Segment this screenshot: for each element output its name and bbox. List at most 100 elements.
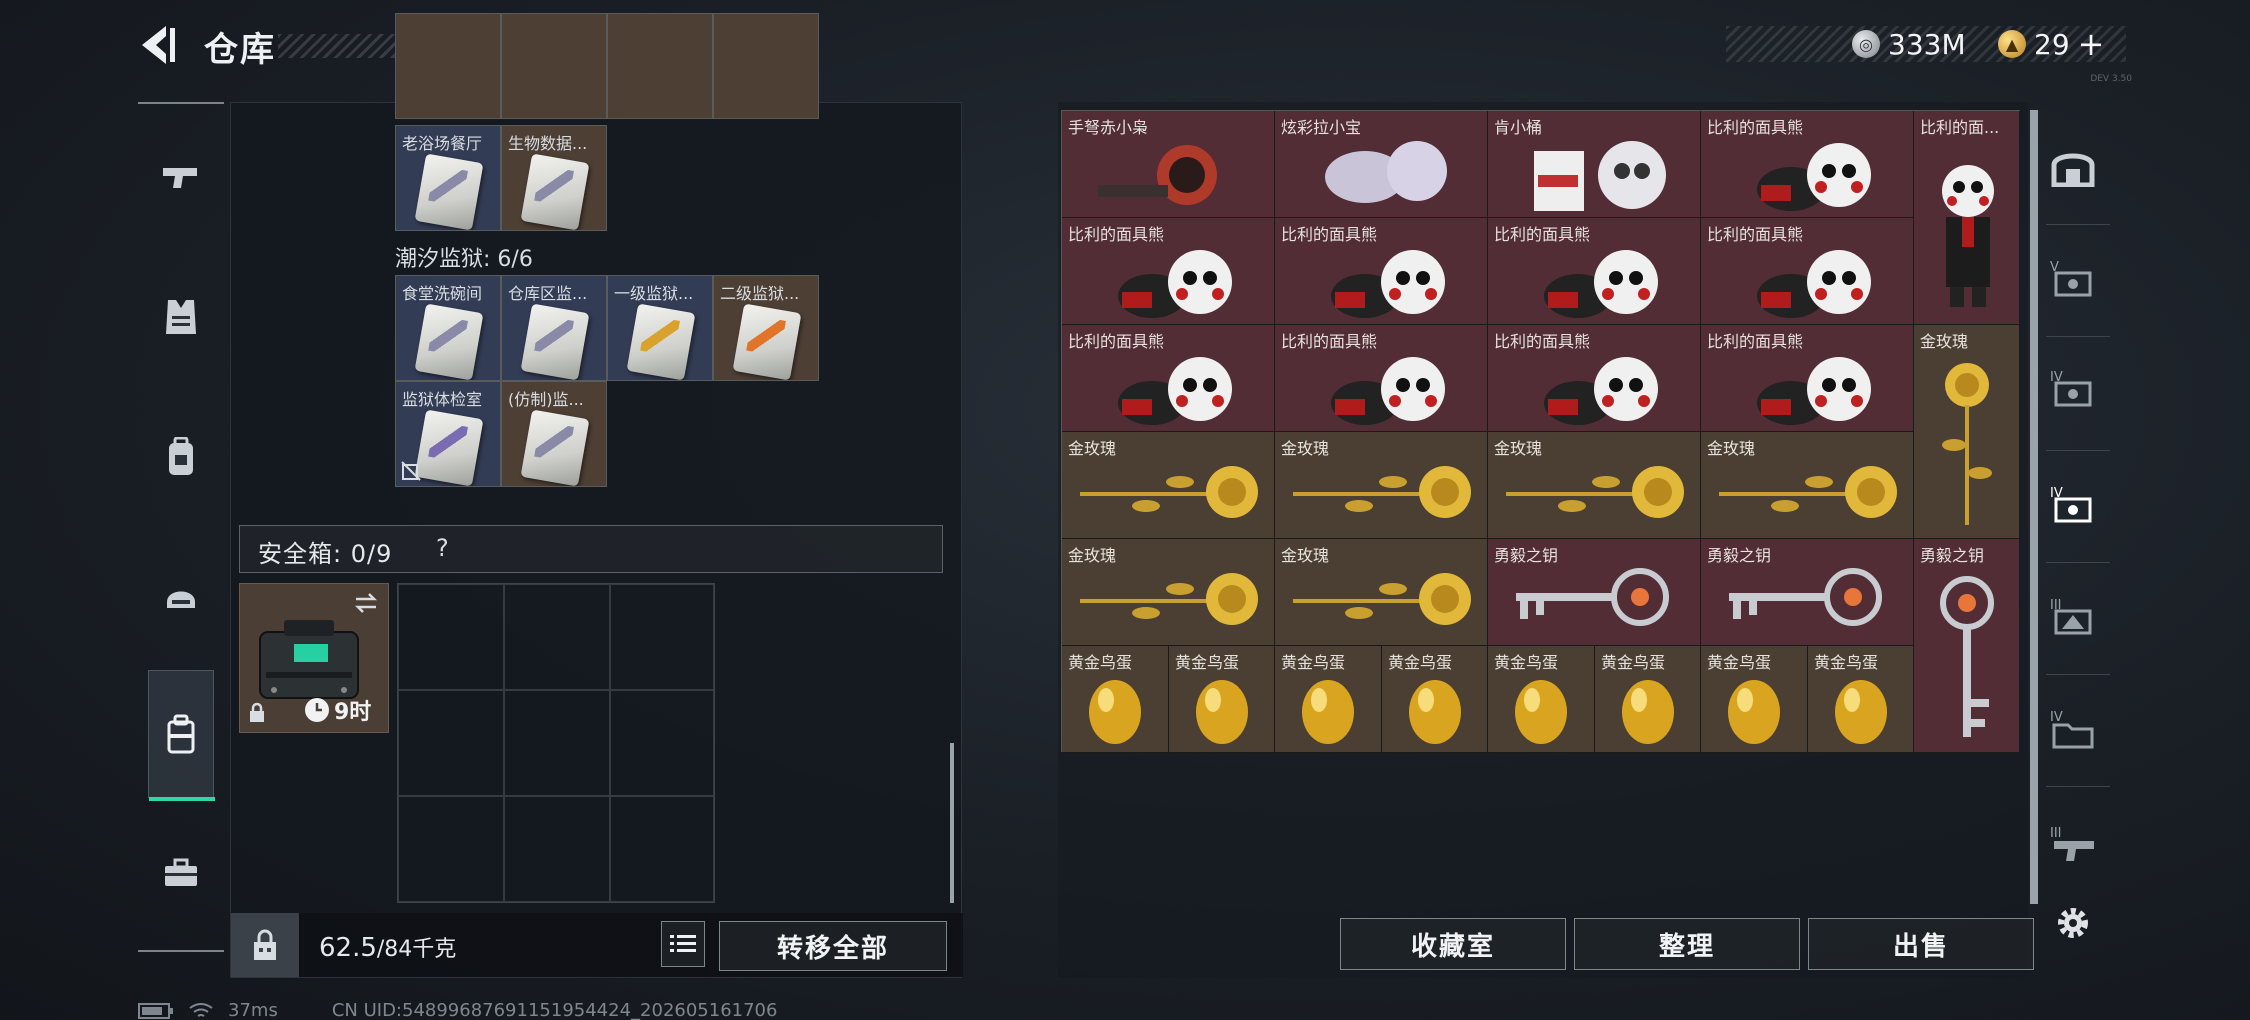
storage-item[interactable]: 比利的面具熊 — [1062, 325, 1275, 432]
list-view-button[interactable] — [661, 921, 705, 967]
lock-toggle[interactable] — [231, 913, 299, 977]
gold-coin-icon: ▲ — [1998, 30, 2026, 58]
item-name: 比利的面... — [1920, 118, 2000, 137]
storage-item[interactable]: 比利的面具熊 — [1275, 325, 1488, 432]
storage-item[interactable]: 金玫瑰 — [1062, 432, 1275, 539]
storage-item[interactable]: 比利的面具熊 — [1701, 325, 1914, 432]
storage-item[interactable]: 黄金鸟蛋 — [1062, 646, 1169, 753]
storage-item[interactable]: 金玫瑰 — [1701, 432, 1914, 539]
safe-slot[interactable] — [504, 690, 610, 796]
transfer-all-button[interactable]: 转移全部 — [719, 921, 947, 971]
keycard-slot[interactable]: 监狱体检室 — [395, 381, 501, 487]
storage-item[interactable]: 黄金鸟蛋 — [1382, 646, 1488, 753]
right-nav-divider — [2046, 786, 2110, 787]
nav-armor[interactable] — [148, 284, 214, 350]
item-slot[interactable] — [607, 13, 713, 119]
storage-item[interactable]: 金玫瑰 — [1062, 539, 1275, 646]
item-slot[interactable] — [501, 13, 607, 119]
right-nav-tier-iv[interactable]: IV — [2046, 362, 2100, 416]
storage-item[interactable]: 勇毅之钥 — [1701, 539, 1914, 646]
storage-item[interactable]: 金玫瑰 — [1914, 325, 2020, 539]
storage-item[interactable]: 金玫瑰 — [1488, 432, 1701, 539]
safe-slot[interactable] — [610, 584, 714, 690]
keycard-slot[interactable]: 二级监狱... — [713, 275, 819, 381]
nav-weapons[interactable] — [148, 146, 214, 212]
svg-text:III: III — [2050, 826, 2062, 841]
safe-box-case[interactable]: 9时 — [239, 583, 389, 733]
storage-item[interactable]: 手弩赤小枭 — [1062, 111, 1275, 218]
nav-helmet[interactable] — [148, 564, 214, 630]
keycard-slot[interactable]: 食堂洗碗间 — [395, 275, 501, 381]
keycard-slot[interactable]: (仿制)监... — [501, 381, 607, 487]
item-slot[interactable] — [395, 13, 501, 119]
swap-icon[interactable] — [352, 592, 380, 614]
list-icon — [670, 935, 696, 952]
storage-item[interactable]: 比利的面具熊 — [1488, 218, 1701, 325]
back-button[interactable] — [136, 22, 180, 68]
status-bar: 37ms CN UID:5489968769115195442​4_202605… — [138, 1000, 777, 1020]
keycard-label: 一级监狱... — [614, 284, 694, 303]
safe-slot[interactable] — [398, 796, 504, 902]
currency-secondary[interactable]: ▲ 29 + — [1998, 25, 2105, 63]
right-nav-divider — [2046, 450, 2110, 451]
svg-text:IV: IV — [2050, 710, 2063, 725]
jigsaw-bear-icon — [1118, 357, 1232, 425]
keycard-slot[interactable]: 一级监狱... — [607, 275, 713, 381]
storage-item[interactable]: 比利的面... — [1914, 111, 2020, 325]
keycard-label: 食堂洗碗间 — [402, 284, 483, 303]
storage-item[interactable]: 黄金鸟蛋 — [1488, 646, 1595, 753]
storage-item[interactable]: 黄金鸟蛋 — [1808, 646, 1914, 753]
storage-item[interactable]: 勇毅之钥 — [1488, 539, 1701, 646]
right-nav-tier-v[interactable]: V — [2046, 252, 2100, 306]
golden-egg-icon — [1835, 680, 1887, 744]
sell-button[interactable]: 出售 — [1808, 918, 2034, 970]
safe-slot[interactable] — [398, 584, 504, 690]
ping-label: 37ms — [228, 1000, 278, 1020]
safe-slot[interactable] — [504, 796, 610, 902]
keycard-slot[interactable]: 老浴场餐厅 — [395, 125, 501, 231]
gear-icon — [2058, 908, 2088, 938]
storage-item[interactable]: 黄金鸟蛋 — [1595, 646, 1701, 753]
weight-current: 62.5 — [319, 933, 377, 963]
safe-slot[interactable] — [398, 690, 504, 796]
storage-item[interactable]: 金玫瑰 — [1275, 539, 1488, 646]
storage-item[interactable]: 比利的面具熊 — [1701, 111, 1914, 218]
storage-scrollbar[interactable] — [2030, 110, 2038, 904]
storage-item[interactable]: 炫彩拉小宝 — [1275, 111, 1488, 218]
keycard-slot[interactable]: 仓库区监... — [501, 275, 607, 381]
storage-item[interactable]: 黄金鸟蛋 — [1701, 646, 1808, 753]
storage-item[interactable]: 比利的面具熊 — [1488, 325, 1701, 432]
safe-slot[interactable] — [610, 796, 714, 902]
right-nav-tier-iv-folder[interactable]: IV — [2046, 702, 2100, 756]
safe-slot[interactable] — [504, 584, 610, 690]
storage-item[interactable]: 黄金鸟蛋 — [1275, 646, 1382, 753]
right-nav-tier-iv-selected[interactable]: IV — [2046, 478, 2100, 532]
safe-slot[interactable] — [610, 690, 714, 796]
item-slot[interactable] — [713, 13, 819, 119]
right-nav-home[interactable] — [2046, 140, 2100, 194]
keycard-label: 仓库区监... — [508, 284, 588, 303]
storage-item[interactable]: 比利的面具熊 — [1062, 218, 1275, 325]
right-nav-tier-iii[interactable]: III — [2046, 590, 2100, 644]
storage-item[interactable]: 肯小桶 — [1488, 111, 1701, 218]
storage-item[interactable]: 金玫瑰 — [1275, 432, 1488, 539]
collection-room-button[interactable]: 收藏室 — [1340, 918, 1566, 970]
help-icon[interactable]: ? — [436, 534, 449, 562]
inventory-scrollbar[interactable] — [950, 743, 954, 903]
sort-button[interactable]: 整理 — [1574, 918, 1800, 970]
storage-item[interactable]: 比利的面具熊 — [1275, 218, 1488, 325]
right-nav-divider — [2046, 562, 2110, 563]
settings-button[interactable] — [2046, 896, 2100, 950]
keycard-icon — [414, 153, 484, 230]
nav-safe-box[interactable] — [148, 670, 215, 801]
storage-item[interactable]: 黄金鸟蛋 — [1169, 646, 1275, 753]
right-nav-tier-iii-gun[interactable]: III — [2046, 818, 2100, 872]
version-label: DEV 3.50 — [2090, 74, 2132, 84]
nav-briefcase[interactable] — [148, 840, 214, 906]
currency-add-icon[interactable]: + — [2078, 25, 2105, 63]
keycard-slot[interactable]: 生物数据... — [501, 125, 607, 231]
storage-item[interactable]: 比利的面具熊 — [1701, 218, 1914, 325]
pistol-icon — [163, 168, 197, 188]
storage-item[interactable]: 勇毅之钥 — [1914, 539, 2020, 753]
nav-backpack[interactable] — [148, 424, 214, 490]
